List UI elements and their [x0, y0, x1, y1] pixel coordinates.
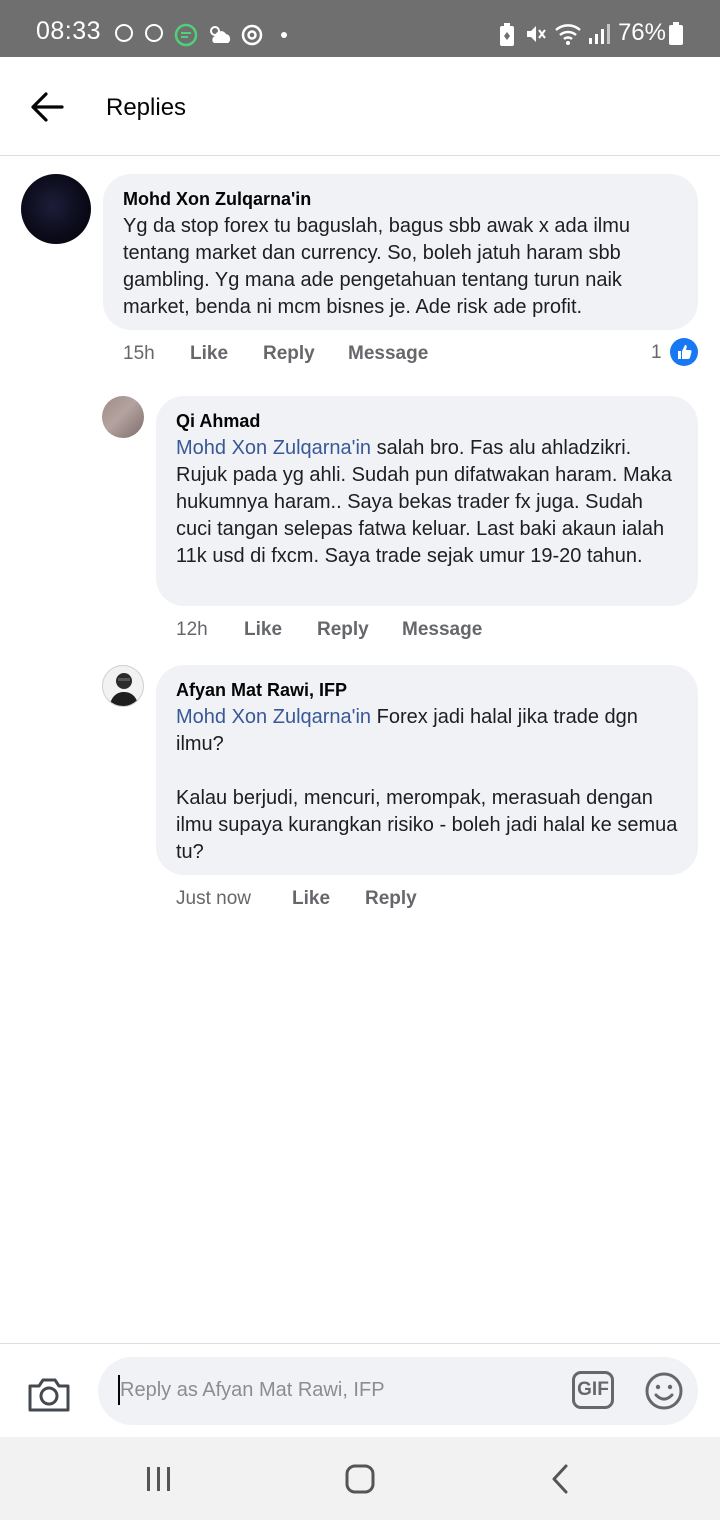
comment-bubble: Mohd Xon Zulqarna'in Yg da stop forex tu… — [103, 174, 698, 330]
gif-button[interactable]: GIF — [572, 1371, 614, 1409]
comment-author[interactable]: Mohd Xon Zulqarna'in — [123, 189, 311, 210]
comment-text: Mohd Xon Zulqarna'in salah bro. Fas alu … — [176, 435, 681, 570]
comment-bubble: Qi Ahmad Mohd Xon Zulqarna'in salah bro.… — [156, 396, 698, 606]
comment-time: 12h — [176, 619, 208, 640]
emoji-icon[interactable] — [644, 1371, 684, 1411]
comment-actions: Just now Like Reply — [176, 888, 417, 910]
back-nav-icon[interactable] — [541, 1459, 581, 1499]
comment-time: Just now — [176, 888, 251, 909]
wifi-icon — [555, 24, 581, 45]
system-nav-bar — [0, 1437, 720, 1520]
comment-actions: 12h Like Reply Message — [176, 619, 482, 641]
page-title: Replies — [106, 94, 187, 121]
circle-icon — [145, 24, 163, 42]
message-icon — [174, 23, 198, 47]
camera-icon[interactable] — [26, 1374, 72, 1414]
reaction-count[interactable]: 1 — [651, 342, 662, 364]
message-button[interactable]: Message — [402, 619, 482, 641]
like-button[interactable]: Like — [190, 343, 263, 365]
like-button[interactable]: Like — [292, 888, 365, 910]
like-reaction-icon — [670, 338, 698, 366]
status-bar: 08:33 76% — [0, 0, 720, 57]
reply-button[interactable]: Reply — [365, 888, 417, 910]
mute-icon — [527, 26, 546, 42]
home-icon[interactable] — [340, 1459, 380, 1499]
message-button[interactable]: Message — [348, 343, 428, 365]
comment-body-paragraph: Kalau berjudi, mencuri, merompak, merasu… — [176, 787, 678, 863]
comment-bubble: Afyan Mat Rawi, IFP Mohd Xon Zulqarna'in… — [156, 665, 698, 875]
reply-composer: Reply as Afyan Mat Rawi, IFP GIF — [0, 1343, 720, 1437]
cloud-sun-icon — [210, 26, 231, 43]
comment-actions: 15h Like Reply Message — [123, 343, 428, 365]
header: Replies — [0, 57, 720, 156]
circle-icon — [115, 24, 133, 42]
reply-placeholder: Reply as Afyan Mat Rawi, IFP — [120, 1379, 385, 1401]
mention-link[interactable]: Mohd Xon Zulqarna'in — [176, 437, 371, 459]
comment-text: Mohd Xon Zulqarna'in Forex jadi halal ji… — [176, 704, 681, 758]
dot-icon — [281, 32, 287, 38]
comment-time: 15h — [123, 343, 155, 364]
reply-input[interactable]: Reply as Afyan Mat Rawi, IFP GIF — [98, 1357, 698, 1425]
avatar[interactable] — [102, 396, 144, 438]
battery-percent: 76% — [617, 19, 666, 46]
status-time: 08:33 — [36, 17, 102, 45]
signal-icon — [589, 24, 610, 44]
mention-link[interactable]: Mohd Xon Zulqarna'in — [176, 706, 371, 728]
comment-author[interactable]: Afyan Mat Rawi, IFP — [176, 680, 347, 701]
comment-text: Yg da stop forex tu baguslah, bagus sbb … — [123, 215, 630, 318]
like-button[interactable]: Like — [244, 619, 317, 641]
avatar[interactable] — [102, 665, 144, 707]
reply-button[interactable]: Reply — [263, 343, 348, 365]
reply-button[interactable]: Reply — [317, 619, 402, 641]
comment-author[interactable]: Qi Ahmad — [176, 411, 260, 432]
target-icon — [241, 24, 263, 46]
battery-saver-icon — [500, 23, 514, 46]
recent-apps-icon[interactable] — [139, 1459, 179, 1499]
battery-icon — [669, 22, 683, 45]
avatar[interactable] — [21, 174, 91, 244]
back-arrow-icon[interactable] — [28, 89, 68, 125]
